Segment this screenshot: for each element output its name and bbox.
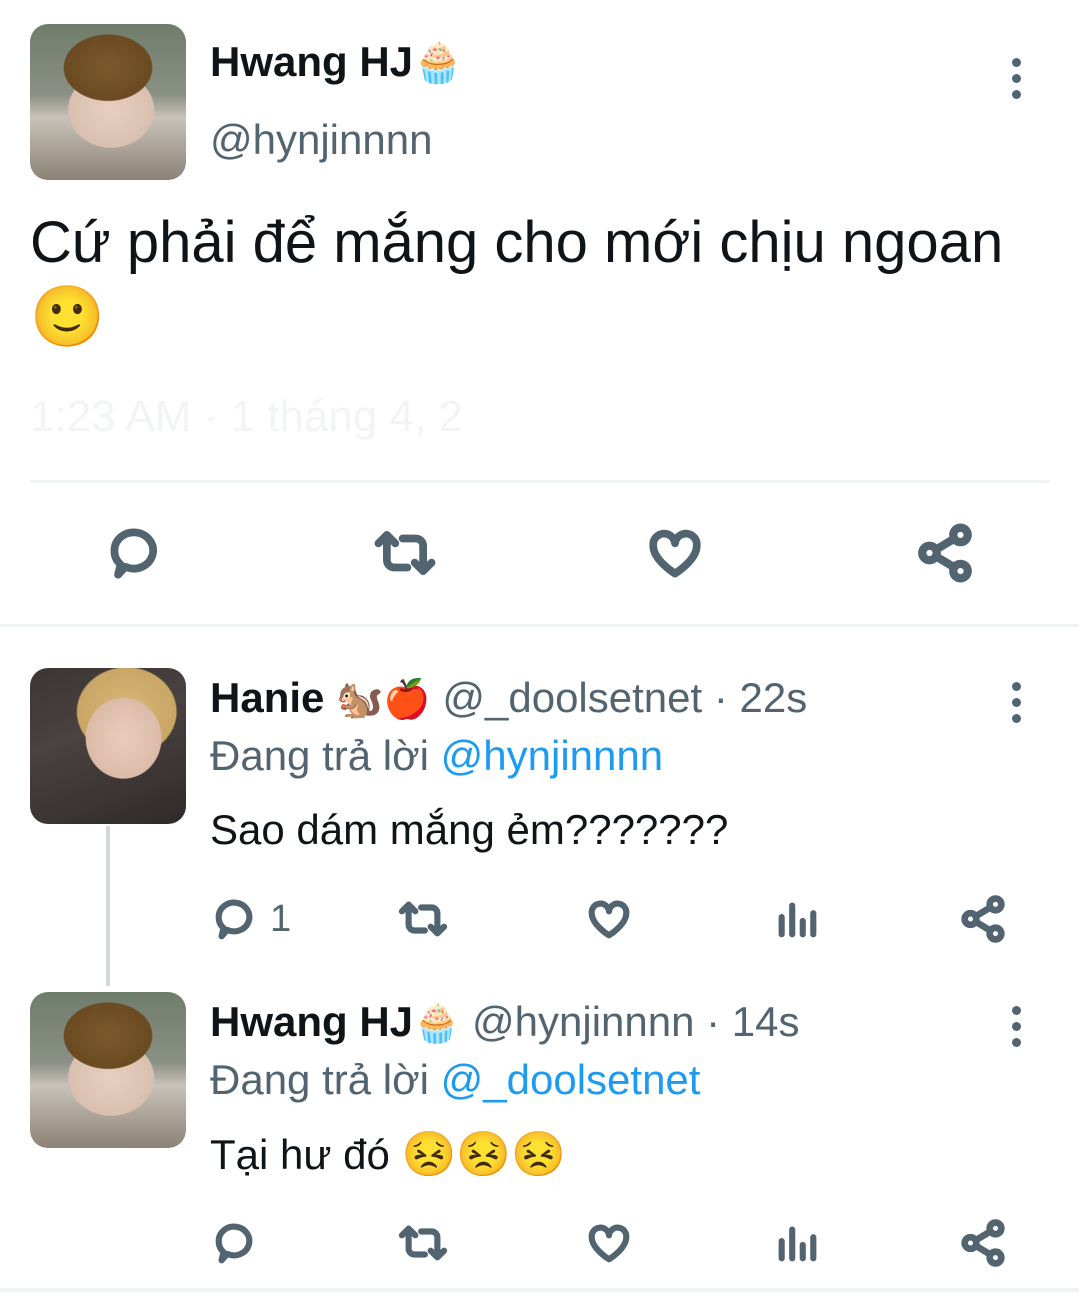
mention-link[interactable]: @_doolsetnet: [441, 1056, 701, 1103]
reply-count: 1: [270, 898, 292, 940]
tweet-divider: [30, 480, 1050, 483]
section-divider: [0, 1288, 1079, 1292]
reply-icon[interactable]: [106, 524, 164, 582]
analytics-icon[interactable]: [774, 896, 820, 942]
reply-icon[interactable]: [212, 1220, 258, 1266]
user-handle[interactable]: @_doolsetnet: [442, 674, 702, 721]
main-tweet-author[interactable]: Hwang HJ🧁: [210, 38, 463, 86]
display-name: Hwang HJ: [210, 38, 414, 85]
replying-prefix: Đang trả lời: [210, 1056, 429, 1103]
tweet-meta-faded: 1:23 AM · 1 tháng 4, 2: [30, 392, 463, 441]
reply-header: Hanie 🐿️🍎 @_doolsetnet · 22s: [210, 674, 807, 722]
persevering-face-emoji: 😣😣😣: [401, 1130, 566, 1179]
reply-header: Hwang HJ🧁 @hynjinnnn · 14s: [210, 998, 800, 1046]
retweet-icon[interactable]: [396, 896, 450, 942]
user-handle[interactable]: @hynjinnnn: [210, 116, 432, 164]
share-icon[interactable]: [958, 894, 1008, 944]
cupcake-emoji: 🧁: [413, 41, 463, 85]
smile-emoji: 🙂: [30, 283, 105, 350]
squirrel-apple-emoji: 🐿️🍎: [336, 679, 431, 721]
retweet-icon[interactable]: [396, 1220, 450, 1266]
analytics-icon[interactable]: [774, 1220, 820, 1266]
replying-to: Đang trả lời @_doolsetnet: [210, 1056, 700, 1104]
more-options-icon[interactable]: [1012, 58, 1024, 106]
tweet-text: Cứ phải để mắng cho mới chịu ngoan 🙂: [30, 206, 1070, 355]
thread-line: [106, 826, 110, 986]
like-icon[interactable]: [644, 524, 706, 582]
cupcake-emoji: 🧁: [413, 1003, 461, 1045]
more-options-icon[interactable]: [1012, 682, 1024, 730]
section-divider: [0, 624, 1079, 627]
avatar[interactable]: [30, 992, 186, 1148]
avatar[interactable]: [30, 668, 186, 824]
reply-text: Sao dám mắng ẻm???????: [210, 806, 729, 853]
reply-icon[interactable]: [212, 896, 258, 942]
like-icon[interactable]: [584, 896, 634, 942]
retweet-icon[interactable]: [372, 524, 438, 582]
tweet-text-body: Cứ phải để mắng cho mới chịu ngoan: [30, 210, 1004, 275]
like-icon[interactable]: [584, 1220, 634, 1266]
replying-prefix: Đang trả lời: [210, 732, 429, 779]
avatar[interactable]: [30, 24, 186, 180]
display-name[interactable]: Hwang HJ: [210, 998, 413, 1045]
replying-to: Đang trả lời @hynjinnnn: [210, 732, 663, 780]
reply-text-body: Tại hư đó: [210, 1131, 390, 1178]
mention-link[interactable]: @hynjinnnn: [441, 732, 663, 779]
timestamp[interactable]: · 22s: [714, 674, 807, 721]
timestamp[interactable]: · 14s: [706, 998, 799, 1045]
more-options-icon[interactable]: [1012, 1006, 1024, 1054]
share-icon[interactable]: [958, 1218, 1008, 1268]
display-name[interactable]: Hanie: [210, 674, 324, 721]
reply-text: Tại hư đó 😣😣😣: [210, 1128, 566, 1180]
user-handle[interactable]: @hynjinnnn: [472, 998, 694, 1045]
share-icon[interactable]: [914, 522, 976, 584]
